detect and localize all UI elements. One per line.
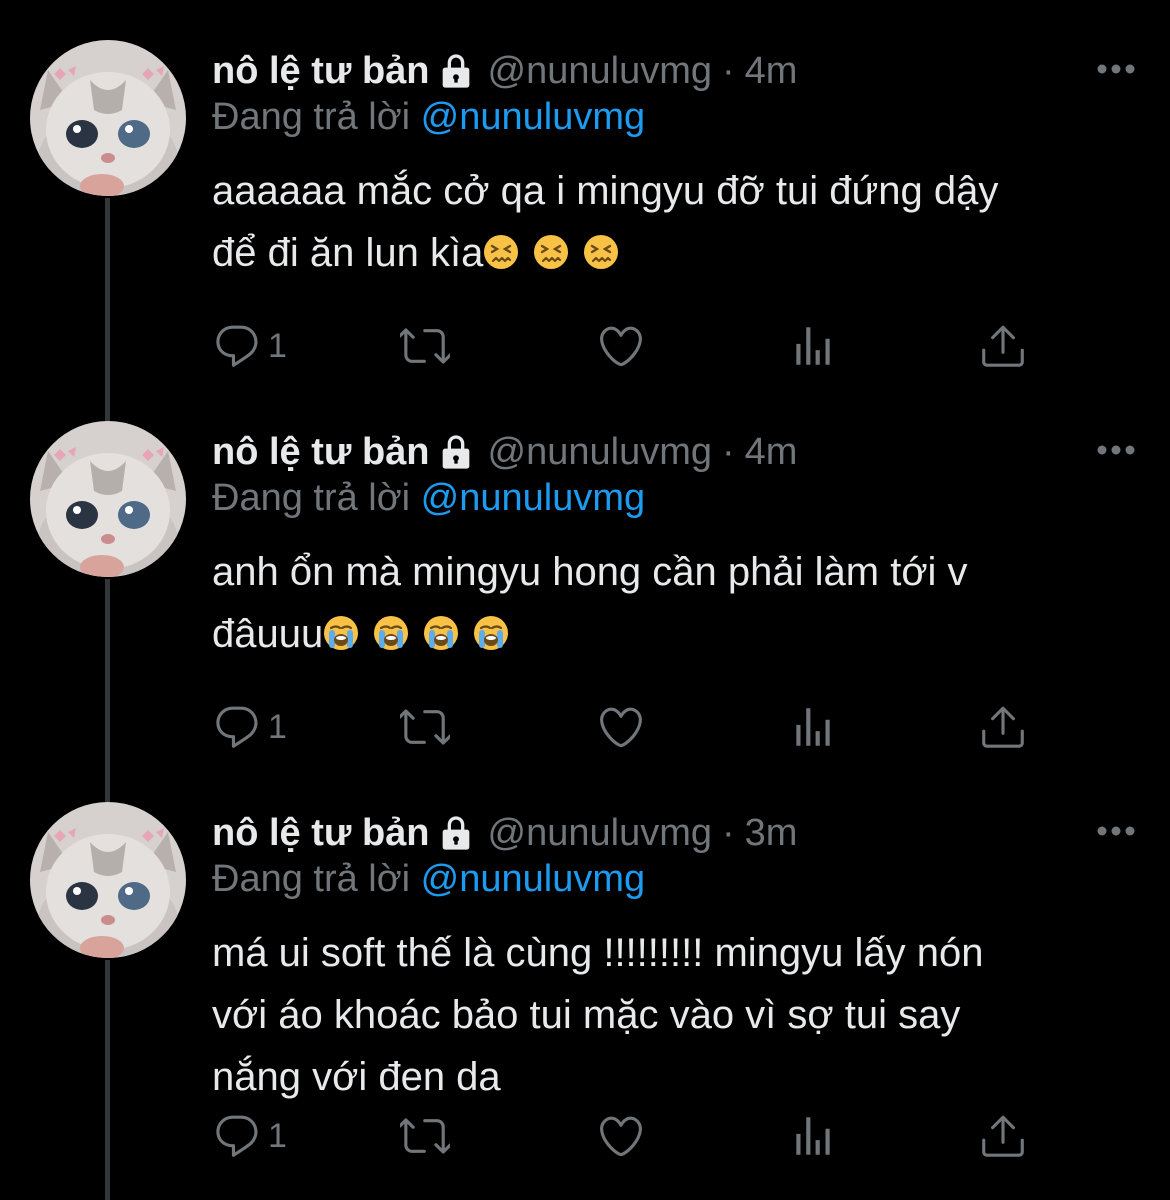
retweet-icon [400, 1118, 450, 1154]
tweet-header: nô lệ tư bản @nunuluvmg · 3m [212, 810, 797, 856]
views-icon [796, 1117, 830, 1155]
lock-icon [436, 51, 476, 91]
reply-button[interactable]: 1 [212, 1108, 287, 1164]
tweet-text-line: đâuuu [212, 612, 324, 656]
retweet-icon [400, 709, 450, 745]
thread-line [105, 960, 110, 1200]
reply-icon [216, 706, 258, 748]
lock-icon [436, 813, 476, 853]
tweet-text: aaaaaa mắc cở qa i mingyu đỡ tui đứng dậ… [212, 160, 1112, 284]
handle[interactable]: @nunuluvmg [488, 431, 712, 474]
cat-avatar-image [30, 802, 186, 958]
handle[interactable]: @nunuluvmg [488, 50, 712, 93]
tweet-actions: 1 [212, 318, 1042, 374]
retweet-button[interactable] [400, 699, 450, 755]
tweet-text-line: aaaaaa mắc cở qa i mingyu đỡ tui đứng dậ… [212, 169, 999, 213]
tweet[interactable]: nô lệ tư bản @nunuluvmg · 4m Đang trả lờ… [0, 0, 1170, 422]
reply-count: 1 [268, 1116, 287, 1155]
avatar[interactable] [30, 40, 186, 196]
views-button[interactable] [788, 318, 838, 374]
tweet-text: má ui soft thế là cùng !!!!!!!!! mingyu … [212, 922, 1112, 1108]
confounded-face-icon [483, 226, 519, 269]
timestamp[interactable]: 3m [745, 812, 798, 855]
share-button[interactable] [978, 1108, 1028, 1164]
replying-to: Đang trả lời @nunuluvmg [212, 858, 645, 901]
retweet-icon [400, 328, 450, 364]
loudly-crying-face-icon [423, 607, 459, 650]
tweet[interactable]: nô lệ tư bản @nunuluvmg · 4m Đang trả lờ… [0, 381, 1170, 803]
display-name[interactable]: nô lệ tư bản [212, 812, 430, 855]
views-button[interactable] [788, 1108, 838, 1164]
tweet-text-line: để đi ăn lun kìa [212, 231, 484, 275]
like-icon [600, 1116, 642, 1157]
confounded-face-icon [533, 226, 569, 269]
like-button[interactable] [596, 699, 646, 755]
like-button[interactable] [596, 1108, 646, 1164]
tweet-actions: 1 [212, 1108, 1042, 1164]
share-icon [982, 706, 1024, 748]
lock-icon [436, 432, 476, 472]
tweet-header: nô lệ tư bản @nunuluvmg · 4m [212, 429, 797, 475]
tweet-text-line: anh ổn mà mingyu hong cần phải làm tới v [212, 550, 968, 594]
reply-icon [216, 325, 258, 367]
share-icon [982, 325, 1024, 367]
reply-button[interactable]: 1 [212, 318, 287, 374]
more-icon[interactable] [1094, 816, 1138, 846]
like-icon [600, 707, 642, 748]
views-button[interactable] [788, 699, 838, 755]
avatar[interactable] [30, 802, 186, 958]
retweet-button[interactable] [400, 1108, 450, 1164]
reply-count: 1 [268, 707, 287, 746]
reply-button[interactable]: 1 [212, 699, 287, 755]
replying-to: Đang trả lời @nunuluvmg [212, 96, 645, 139]
tweet-header: nô lệ tư bản @nunuluvmg · 4m [212, 48, 797, 94]
replying-to-mention[interactable]: @nunuluvmg [421, 96, 645, 138]
handle[interactable]: @nunuluvmg [488, 812, 712, 855]
more-icon[interactable] [1094, 435, 1138, 465]
retweet-button[interactable] [400, 318, 450, 374]
share-icon [982, 1115, 1024, 1157]
reply-icon [216, 1115, 258, 1157]
replying-to-mention[interactable]: @nunuluvmg [421, 477, 645, 519]
tweet-text-line-with-emoji: đâuuu [212, 603, 1112, 665]
share-button[interactable] [978, 699, 1028, 755]
replying-to-mention[interactable]: @nunuluvmg [421, 858, 645, 900]
separator-dot: · [722, 811, 735, 854]
like-button[interactable] [596, 318, 646, 374]
more-icon[interactable] [1094, 54, 1138, 84]
tweet-text-line: nắng với đen da [212, 1055, 501, 1099]
tweet-text-line: má ui soft thế là cùng !!!!!!!!! mingyu … [212, 931, 984, 975]
replying-to-label: Đang trả lời [212, 477, 411, 519]
timestamp[interactable]: 4m [745, 431, 798, 474]
loudly-crying-face-icon [323, 607, 359, 650]
confounded-face-icon [583, 226, 619, 269]
tweet-text-line-with-emoji: để đi ăn lun kìa [212, 222, 1112, 284]
timestamp[interactable]: 4m [745, 50, 798, 93]
replying-to: Đang trả lời @nunuluvmg [212, 477, 645, 520]
loudly-crying-face-icon [473, 607, 509, 650]
display-name[interactable]: nô lệ tư bản [212, 431, 430, 474]
avatar[interactable] [30, 421, 186, 577]
like-icon [600, 326, 642, 367]
cat-avatar-image [30, 40, 186, 196]
reply-count: 1 [268, 326, 287, 365]
separator-dot: · [722, 49, 735, 92]
replying-to-label: Đang trả lời [212, 858, 411, 900]
tweet-text-line: với áo khoác bảo tui mặc vào vì sợ tui s… [212, 993, 961, 1037]
tweet-actions: 1 [212, 699, 1042, 755]
share-button[interactable] [978, 318, 1028, 374]
views-icon [796, 327, 830, 365]
tweet[interactable]: nô lệ tư bản @nunuluvmg · 3m Đang trả lờ… [0, 762, 1170, 1200]
replying-to-label: Đang trả lời [212, 96, 411, 138]
views-icon [796, 708, 830, 746]
cat-avatar-image [30, 421, 186, 577]
loudly-crying-face-icon [373, 607, 409, 650]
tweet-text: anh ổn mà mingyu hong cần phải làm tới v… [212, 541, 1112, 665]
separator-dot: · [722, 430, 735, 473]
display-name[interactable]: nô lệ tư bản [212, 50, 430, 93]
